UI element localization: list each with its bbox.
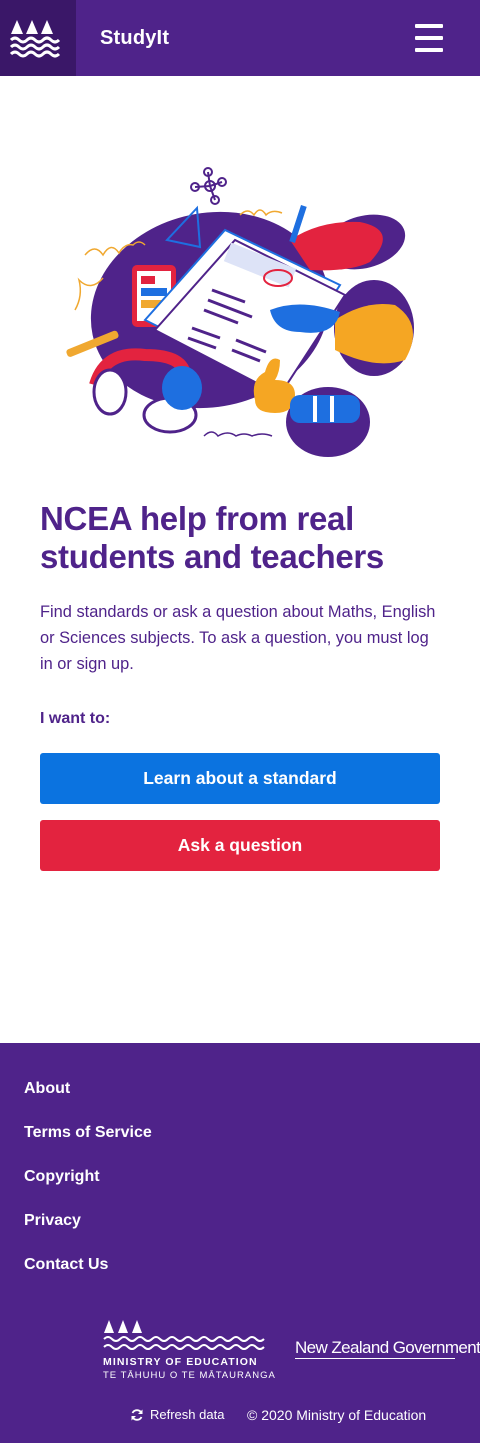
logo[interactable]	[0, 0, 76, 76]
footer-link-about[interactable]: About	[24, 1079, 70, 1099]
site-header: StudyIt	[0, 0, 480, 76]
nz-government-underline	[295, 1358, 455, 1359]
refresh-icon	[131, 1409, 143, 1421]
learn-standard-button[interactable]: Learn about a standard	[40, 753, 440, 804]
ask-question-button[interactable]: Ask a question	[40, 820, 440, 871]
choice-prompt: I want to:	[40, 710, 111, 727]
footer-link-copyright[interactable]: Copyright	[24, 1167, 100, 1187]
page-title: NCEA help from real students and teacher…	[40, 500, 384, 575]
refresh-data-label: Refresh data	[150, 1407, 225, 1422]
waves-mountains-logo-icon	[9, 20, 61, 58]
intro-text: Find standards or ask a question about M…	[40, 603, 436, 673]
ministry-name: MINISTRY OF EDUCATION	[103, 1356, 258, 1368]
refresh-data-link[interactable]: Refresh data	[130, 1407, 224, 1423]
footer-link-privacy[interactable]: Privacy	[24, 1211, 81, 1231]
footer-link-contact[interactable]: Contact Us	[24, 1255, 108, 1275]
nz-government-logo[interactable]: New Zealand Government	[295, 1338, 480, 1358]
site-title[interactable]: StudyIt	[100, 25, 169, 51]
ministry-maori-name: TE TĀHUHU O TE MĀTAURANGA	[103, 1370, 276, 1381]
footer-link-terms[interactable]: Terms of Service	[24, 1123, 152, 1143]
copyright-notice: © 2020 Ministry of Education	[247, 1407, 427, 1423]
students-studying-illustration	[66, 167, 414, 457]
menu-button[interactable]	[408, 18, 450, 58]
